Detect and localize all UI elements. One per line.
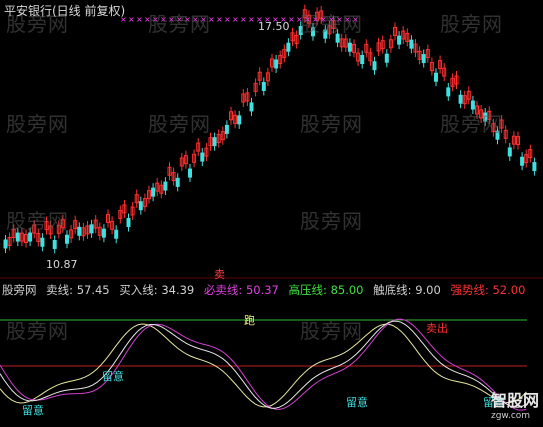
candle-body [360, 54, 365, 64]
indicator-label: 必卖线: [203, 283, 243, 297]
top-marker: × [240, 15, 247, 24]
candle-body [421, 54, 426, 64]
indicator-label: 卖线: [46, 283, 74, 297]
top-marker: × [248, 15, 255, 24]
candle-body [101, 228, 106, 238]
candle-body [397, 35, 402, 45]
watermark: 股旁网 [6, 209, 69, 233]
top-marker: × [224, 15, 231, 24]
candle-body [409, 39, 414, 49]
indicator-label: 高压线: [288, 283, 327, 297]
zhuyi-annotation: 留意 [102, 370, 124, 383]
indicator-value: 52.00 [492, 283, 526, 297]
candle-body [372, 61, 377, 71]
indicator-item: 触底线: 9.00 [373, 283, 441, 297]
candle-body [28, 232, 33, 242]
candle-body [384, 53, 389, 63]
watermark: 股旁网 [300, 112, 363, 136]
indicator-name: 股旁网 [2, 283, 37, 297]
candle-body [200, 152, 205, 162]
indicator-value: 85.00 [330, 283, 364, 297]
watermark: 股旁网 [6, 319, 69, 343]
candle-body [347, 42, 352, 52]
candle-body [458, 94, 463, 104]
indicator-value: 50.37 [245, 283, 279, 297]
indicator-item: 卖线: 57.45 [46, 283, 109, 297]
candle-body [261, 81, 266, 91]
top-marker: × [136, 15, 143, 24]
watermark: 股旁网 [300, 319, 363, 343]
candle-body [274, 59, 279, 69]
candle-body [507, 147, 512, 157]
candle-body [237, 115, 242, 125]
indicator-item: 买入线: 34.39 [119, 283, 194, 297]
chart-stage: × × × × × × × × × × × × × × × × × × × × × × × × × × × × × × 股旁网 股旁网 股… [0, 0, 543, 423]
pao-annotation: 跑 [244, 314, 255, 327]
candle-body [163, 181, 168, 191]
indicator-value: 9.00 [415, 283, 441, 297]
watermark: 股旁网 [440, 112, 503, 136]
candle-body [126, 217, 131, 227]
candle-body [15, 232, 20, 242]
sell-out-annotation: 卖出 [426, 322, 448, 335]
candle-body [175, 177, 180, 187]
indicator-value: 57.45 [76, 283, 110, 297]
indicator-item: 高压线: 85.00 [289, 283, 364, 297]
indicator-value: 34.39 [161, 283, 195, 297]
candle-body [89, 224, 94, 234]
candle-body [520, 156, 525, 166]
site-logo: 智股网 zgw.com [491, 387, 539, 421]
candle-body [434, 72, 438, 82]
candle-body [224, 124, 229, 134]
candle-body [40, 237, 45, 247]
indicator-label: 买入线: [119, 283, 158, 297]
watermark: 股旁网 [148, 12, 211, 36]
chart-title: 平安银行(日线 前复权) [4, 4, 126, 18]
candle-body [138, 201, 143, 211]
watermark: 股旁网 [300, 209, 363, 233]
candle-body [151, 187, 156, 197]
candle-body [532, 162, 537, 172]
indicator-label: 触底线: [373, 283, 412, 297]
indicator-item: 必卖线: 50.37 [204, 283, 279, 297]
candle-body [286, 42, 291, 52]
top-marker: × [216, 15, 223, 24]
high-price-label: 17.50 [258, 20, 290, 33]
candle-body [446, 87, 451, 97]
candle-body [114, 229, 119, 239]
logo-url: zgw.com [490, 411, 531, 421]
watermark: 股旁网 [300, 12, 363, 36]
low-price-label: 10.87 [46, 258, 78, 271]
zhuyi-annotation: 留意 [22, 404, 44, 417]
logo-text: 智股网 [490, 391, 539, 410]
candle-body [52, 239, 57, 249]
candle-body [212, 137, 217, 147]
candle-body [3, 239, 8, 249]
candle-body [65, 234, 69, 244]
watermark: 股旁网 [148, 112, 211, 136]
top-marker: × [128, 15, 135, 24]
candle-body [77, 226, 82, 236]
watermark: 股旁网 [440, 12, 503, 36]
stock-chart-svg: × × × × × × × × × × × × × × × × × × × × × × × × × × × × × × [0, 4, 543, 411]
indicator-bar: 股旁网 卖线: 57.45 买入线: 34.39 必卖线: 50.37 高压线:… [2, 282, 531, 298]
sell-line [0, 323, 527, 408]
sell-marker: 卖 [214, 268, 225, 281]
indicator-item: 强势线: 52.00 [450, 283, 525, 297]
top-marker: × [232, 15, 239, 24]
candle-body [249, 102, 254, 112]
watermark: 股旁网 [6, 112, 69, 136]
candle-body [188, 168, 192, 178]
zhuyi-annotation: 留意 [346, 396, 368, 409]
indicator-label: 强势线: [450, 283, 489, 297]
